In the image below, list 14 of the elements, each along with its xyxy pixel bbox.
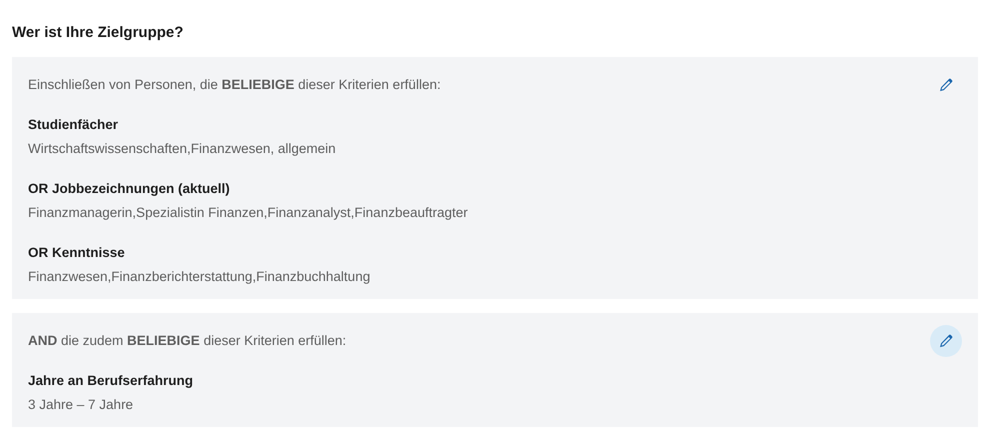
criterion-values: Finanzwesen,Finanzberichterstattung,Finanzbuchhaltung — [28, 268, 372, 286]
criterion-title: Studienfächer — [28, 116, 120, 134]
criterion-values: Finanzmanagerin,Spezialistin Finanzen,Finanzanalyst,Finanzbeauftragter — [28, 204, 469, 222]
pencil-icon — [939, 78, 953, 92]
intro-text: Einschließen von Personen, die BELIEBIGE dieser Kriterien erfüllen: — [28, 76, 441, 94]
criterion-values: 3 Jahre – 7 Jahre — [28, 396, 134, 414]
intro-text: AND die zudem BELIEBIGE dieser Kriterien erfüllen: — [28, 332, 346, 350]
criterion-title: OR Jobbezeichnungen (aktuell) — [28, 180, 231, 198]
criterion-values: Wirtschaftswissenschaften,Finanzwesen, allgemein — [28, 140, 337, 158]
criterion-title: OR Kenntnisse — [28, 244, 126, 262]
criterion-title: Jahre an Berufserfahrung — [28, 372, 194, 390]
edit-button[interactable] — [930, 325, 962, 357]
pencil-icon — [939, 334, 953, 348]
section-heading: Wer ist Ihre Zielgruppe? — [12, 23, 184, 43]
